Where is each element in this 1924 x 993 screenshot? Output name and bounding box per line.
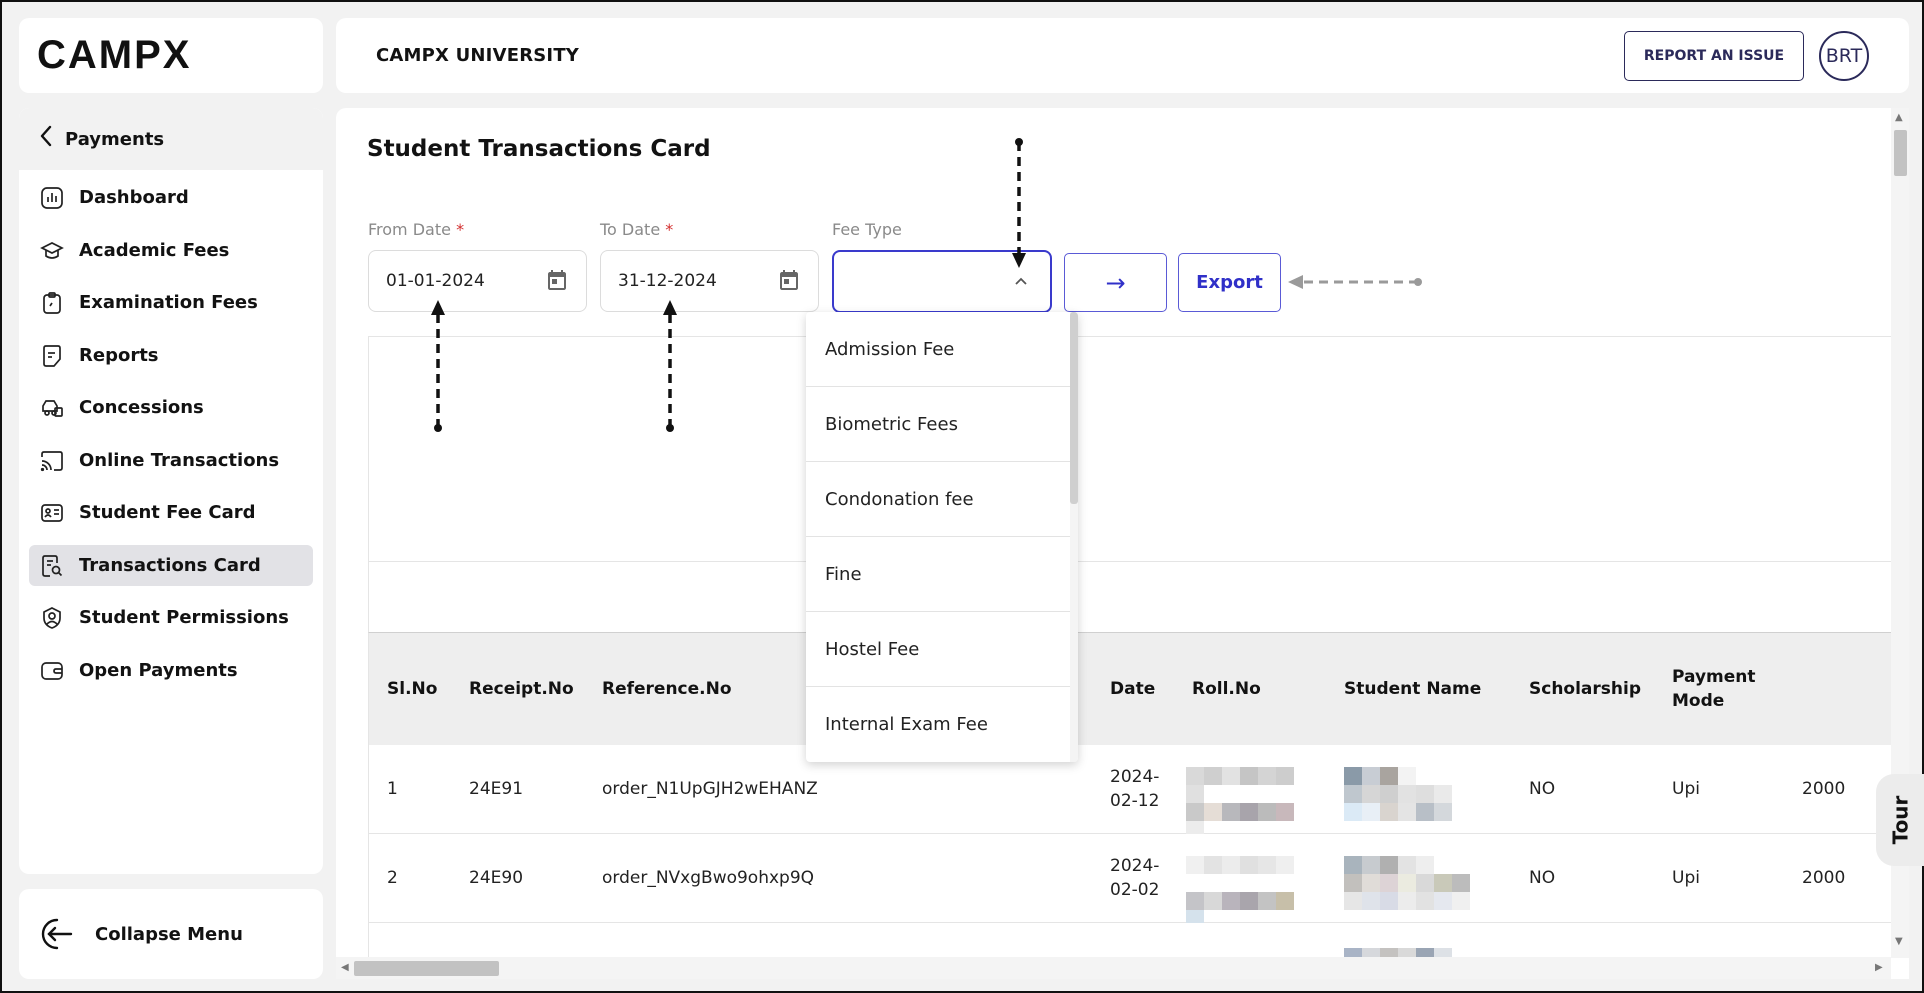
annotation-arrows <box>431 138 1422 432</box>
